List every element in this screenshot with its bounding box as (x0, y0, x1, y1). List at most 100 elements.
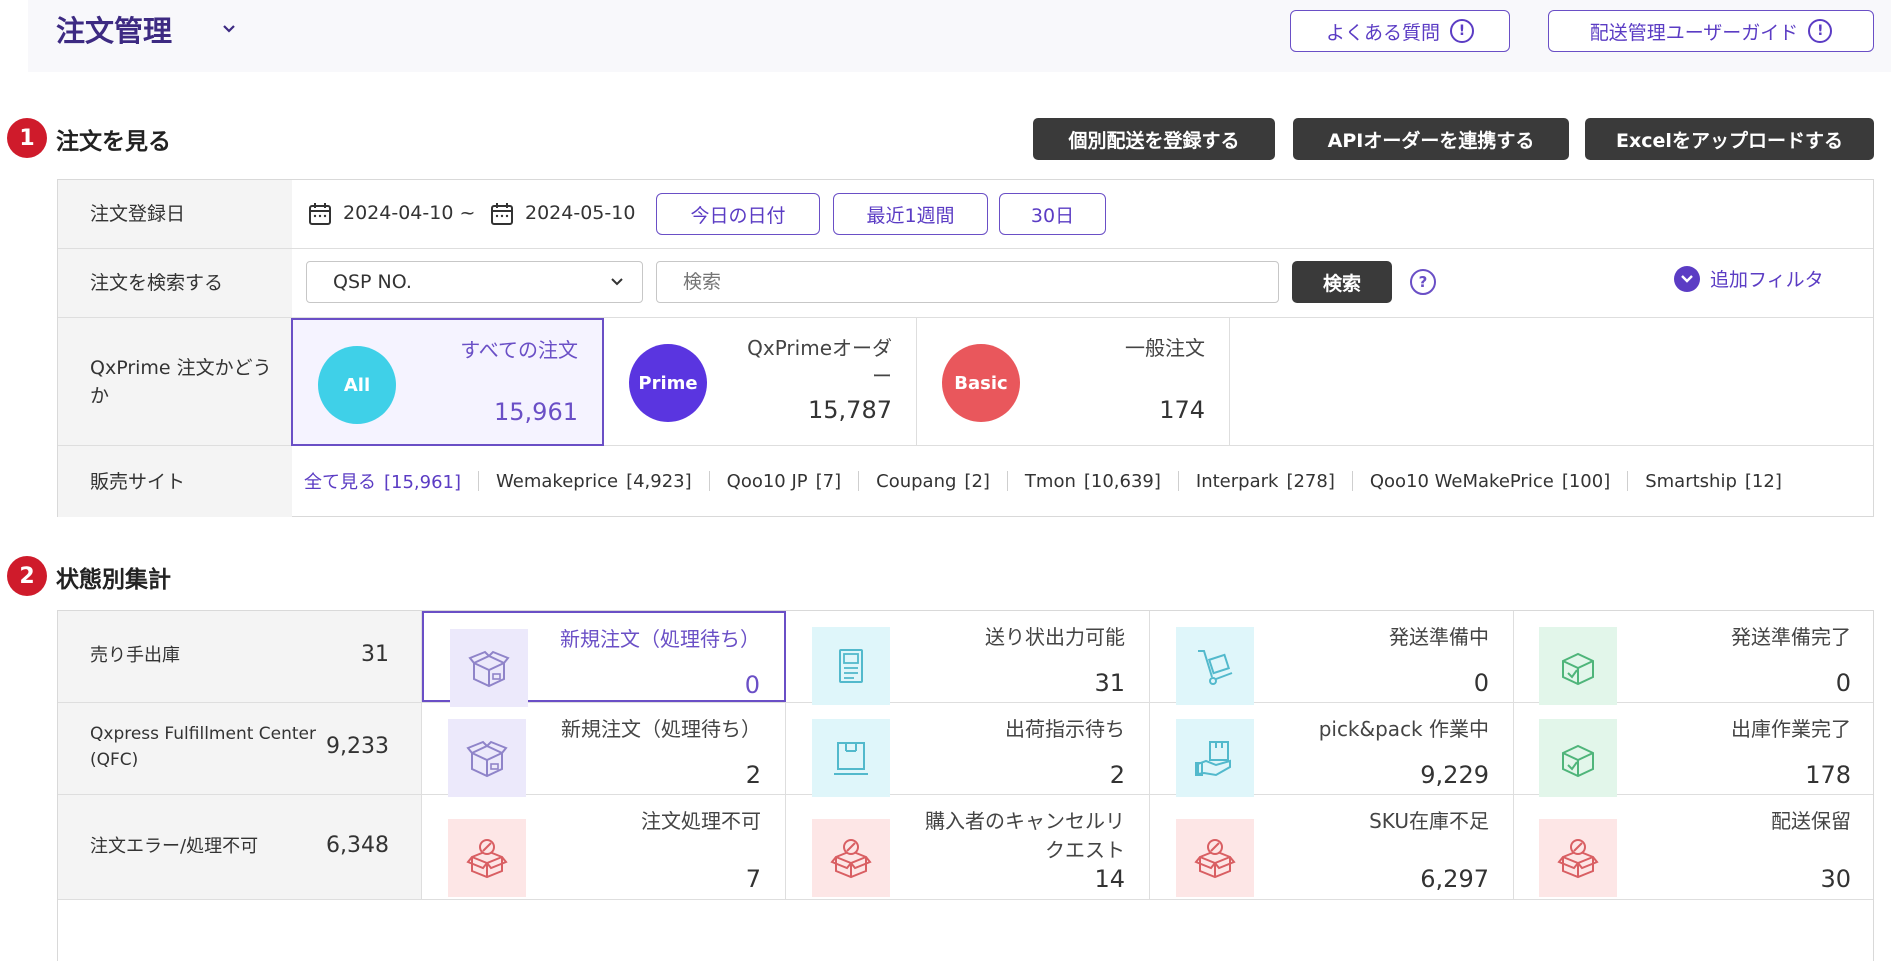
status-row: Qxpress Fulfillment Center (QFC) 9,233 新規注… (58, 703, 1875, 797)
site-filter-link[interactable]: 全て見る (304, 472, 376, 493)
prime-filter-row: QxPrime 注文かどうか All すべての注文 15,961 Prime Q… (58, 318, 1873, 446)
site-separator (1351, 471, 1353, 491)
date-filter-row: 注文登録日 2024-04-10 ~ 2024-05-10 今日の日付 最近1週… (58, 180, 1873, 249)
site-item[interactable]: 全て見る [15,961] (304, 468, 461, 494)
prime-badge: Prime (629, 344, 707, 422)
printer-icon (812, 627, 890, 705)
site-label: 販売サイト (58, 446, 292, 517)
status-count: 0 (1473, 669, 1489, 697)
status-cell[interactable]: 新規注文（処理待ち） 0 (422, 611, 786, 707)
type-label: 一般注文 (1125, 336, 1205, 360)
status-label: 新規注文（処理待ち） (561, 717, 761, 741)
site-item[interactable]: Coupang [2] (876, 471, 990, 492)
site-separator (1006, 471, 1008, 491)
order-type-prime[interactable]: Prime QxPrimeオーダー 15,787 (604, 318, 917, 446)
date-to[interactable]: 2024-05-10 (525, 202, 635, 224)
status-row-total: 9,233 (326, 734, 389, 759)
site-item[interactable]: Wemakeprice [4,923] (496, 471, 692, 492)
status-cell[interactable]: SKU在庫不足 6,297 (1150, 795, 1514, 899)
site-item[interactable]: Qoo10 JP [7] (727, 471, 841, 492)
site-separator (478, 471, 480, 491)
today-button[interactable]: 今日の日付 (656, 193, 820, 235)
add-filter-label: 追加フィルタ (1710, 269, 1824, 291)
status-row-header: 売り手出庫 31 (58, 611, 422, 702)
search-input[interactable] (656, 261, 1279, 303)
status-row-header: Qxpress Fulfillment Center (QFC) 9,233 (58, 703, 422, 794)
section-title: 注文を見る (56, 129, 171, 155)
box-open-icon (450, 629, 528, 707)
search-label: 注文を検索する (58, 249, 292, 317)
status-row-total: 6,348 (326, 833, 389, 858)
last-week-button[interactable]: 最近1週間 (833, 193, 988, 235)
status-count: 178 (1805, 761, 1851, 789)
site-filter-link[interactable]: Wemakeprice (496, 471, 618, 492)
site-filter-link[interactable]: Qoo10 JP (727, 471, 808, 492)
status-count: 0 (1835, 669, 1851, 697)
user-guide-button[interactable]: 配送管理ユーザーガイド ! (1548, 10, 1874, 52)
30-days-button[interactable]: 30日 (999, 193, 1106, 235)
status-count: 6,297 (1420, 865, 1489, 893)
site-filter-link[interactable]: Tmon (1025, 471, 1076, 492)
site-item[interactable]: Tmon [10,639] (1025, 471, 1161, 492)
status-label: 購入者のキャンセルリクエスト (925, 809, 1125, 862)
site-filter-link[interactable]: Coupang (876, 471, 956, 492)
section-number-badge: 2 (7, 556, 47, 596)
site-item[interactable]: Smartship [12] (1645, 471, 1782, 492)
help-question-icon[interactable]: ? (1410, 269, 1436, 295)
excel-upload-button[interactable]: Excelをアップロードする (1585, 118, 1874, 160)
status-cell[interactable]: 注文処理不可 7 (422, 795, 786, 899)
calendar-icon[interactable] (308, 202, 332, 226)
status-count: 9,229 (1420, 761, 1489, 789)
guide-label: 配送管理ユーザーガイド (1589, 21, 1799, 44)
add-filter-toggle[interactable]: 追加フィルタ (1674, 265, 1824, 292)
site-count: [15,961] (384, 472, 462, 493)
status-cell[interactable]: 購入者のキャンセルリクエスト 14 (786, 795, 1150, 899)
search-filter-row: 注文を検索する QSP NO. 検索 ? 追加フィルタ (58, 249, 1873, 318)
site-separator (1627, 471, 1629, 491)
status-cell[interactable]: 出荷指示待ち 2 (786, 703, 1150, 797)
status-label: 出庫作業完了 (1731, 717, 1851, 741)
status-count: 30 (1820, 865, 1851, 893)
basic-badge: Basic (942, 344, 1020, 422)
order-type-all[interactable]: All すべての注文 15,961 (291, 318, 604, 446)
box-check-icon (1539, 719, 1617, 797)
status-label: pick&pack 作業中 (1318, 717, 1489, 741)
status-label: 配送保留 (1771, 809, 1851, 833)
site-filter-link[interactable]: Interpark (1196, 471, 1279, 492)
site-item[interactable]: Qoo10 WeMakePrice [100] (1370, 471, 1610, 492)
site-list: 全て見る [15,961] Wemakeprice [4,923] Qoo10 JP [7… (304, 468, 1782, 494)
section-number-badge: 1 (7, 118, 47, 158)
status-row-header: 注文エラー/処理不可 6,348 (58, 795, 422, 899)
site-filter-link[interactable]: Smartship (1645, 471, 1737, 492)
status-cell[interactable]: 配送保留 30 (1513, 795, 1875, 899)
search-type-select[interactable]: QSP NO. (306, 261, 643, 303)
status-label: 発送準備中 (1389, 625, 1489, 649)
order-type-basic[interactable]: Basic 一般注文 174 (917, 318, 1230, 446)
faq-button[interactable]: よくある質問 ! (1290, 10, 1510, 52)
calendar-icon[interactable] (490, 202, 514, 226)
site-count: [10,639] (1083, 470, 1161, 492)
chevron-down-icon[interactable] (222, 22, 236, 36)
section-title: 状態別集計 (56, 567, 171, 593)
box-error-icon (812, 819, 890, 897)
status-label: SKU在庫不足 (1369, 809, 1489, 833)
chevron-down-circle-icon (1674, 265, 1700, 292)
register-individual-shipping-button[interactable]: 個別配送を登録する (1033, 118, 1275, 160)
search-button[interactable]: 検索 (1292, 261, 1392, 303)
status-cell[interactable]: 新規注文（処理待ち） 2 (422, 703, 786, 797)
status-cell[interactable]: 発送準備完了 0 (1513, 611, 1875, 705)
status-cell[interactable]: 発送準備中 0 (1150, 611, 1514, 705)
site-filter-link[interactable]: Qoo10 WeMakePrice (1370, 471, 1554, 492)
monitor-box-icon (812, 719, 890, 797)
status-label: 送り状出力可能 (985, 625, 1125, 649)
status-cell[interactable]: 送り状出力可能 31 (786, 611, 1150, 705)
date-from[interactable]: 2024-04-10 ~ (343, 202, 475, 224)
status-cell[interactable]: pick&pack 作業中 9,229 (1150, 703, 1514, 797)
status-label: 出荷指示待ち (1005, 717, 1125, 741)
box-check-icon (1539, 627, 1617, 705)
site-count: [12] (1744, 470, 1782, 492)
status-cell[interactable]: 出庫作業完了 178 (1513, 703, 1875, 797)
site-item[interactable]: Interpark [278] (1196, 471, 1335, 492)
api-order-link-button[interactable]: APIオーダーを連携する (1293, 118, 1569, 160)
status-row-label: Qxpress Fulfillment Center (QFC) (90, 724, 317, 770)
